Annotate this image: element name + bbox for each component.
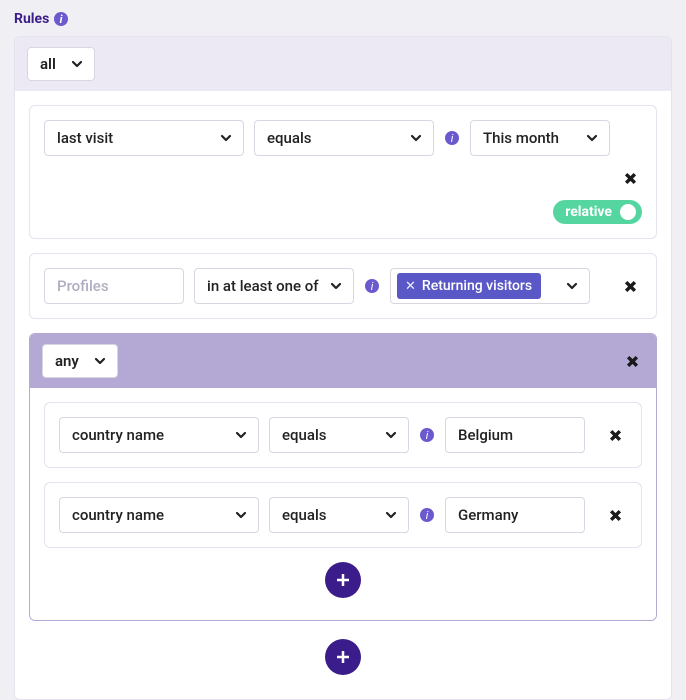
value-label: Germany <box>458 506 518 524</box>
operator-label: equals <box>267 129 312 147</box>
chevron-down-icon <box>329 279 343 293</box>
relative-toggle[interactable]: relative <box>553 200 642 224</box>
chip-label: Returning visitors <box>422 278 532 294</box>
remove-rule-button[interactable] <box>618 274 642 298</box>
operator-select[interactable]: in at least one of <box>194 268 354 304</box>
toggle-knob <box>620 204 636 220</box>
panel-body: last visit equals i This month <box>15 91 671 699</box>
info-icon[interactable]: i <box>53 11 69 27</box>
field-select[interactable]: last visit <box>44 120 244 156</box>
svg-text:i: i <box>60 13 63 26</box>
rules-header: Rules i <box>0 0 686 36</box>
chevron-down-icon <box>565 279 579 293</box>
svg-text:i: i <box>426 429 429 442</box>
value-label: Belgium <box>458 426 513 444</box>
info-icon[interactable]: i <box>419 507 435 523</box>
add-rule-button[interactable] <box>325 639 361 675</box>
subgroup-combinator-select[interactable]: any <box>42 344 118 378</box>
root-combinator-select[interactable]: all <box>27 47 95 81</box>
chevron-down-icon <box>384 508 398 522</box>
operator-select[interactable]: equals <box>269 417 409 453</box>
value-select[interactable]: Belgium <box>445 417 585 453</box>
value-select[interactable]: This month <box>470 120 610 156</box>
chevron-down-icon <box>384 428 398 442</box>
remove-rule-button[interactable] <box>603 503 627 527</box>
svg-text:i: i <box>371 280 374 293</box>
field-label: country name <box>72 426 164 444</box>
field-select[interactable]: Profiles <box>44 268 184 304</box>
value-label: This month <box>483 129 559 147</box>
chevron-down-icon <box>234 428 248 442</box>
rules-panel: all last visit equals i This month <box>14 36 672 700</box>
field-placeholder: Profiles <box>57 277 109 295</box>
remove-rule-button[interactable] <box>618 166 642 190</box>
info-icon[interactable]: i <box>364 278 380 294</box>
field-label: country name <box>72 506 164 524</box>
subgroup-body: country name equals i Belgium <box>30 388 656 620</box>
operator-label: equals <box>282 506 327 524</box>
field-label: last visit <box>57 129 113 147</box>
chevron-down-icon <box>585 131 599 145</box>
toggle-label: relative <box>565 204 612 220</box>
subgroup-combinator-label: any <box>55 352 79 370</box>
rule-row: last visit equals i This month <box>29 105 657 239</box>
chevron-down-icon <box>234 508 248 522</box>
field-select[interactable]: country name <box>59 417 259 453</box>
operator-label: equals <box>282 426 327 444</box>
rule-row: country name equals i Germany <box>44 482 642 548</box>
subgroup-top: any <box>30 334 656 388</box>
operator-select[interactable]: equals <box>254 120 434 156</box>
operator-label: in at least one of <box>207 277 319 295</box>
chevron-down-icon <box>70 57 84 71</box>
svg-text:i: i <box>451 132 454 145</box>
value-multiselect[interactable]: ✕ Returning visitors <box>390 268 590 304</box>
chip-remove-icon[interactable]: ✕ <box>405 279 416 294</box>
info-icon[interactable]: i <box>444 130 460 146</box>
panel-top: all <box>15 37 671 91</box>
remove-rule-button[interactable] <box>603 423 627 447</box>
operator-select[interactable]: equals <box>269 497 409 533</box>
chevron-down-icon <box>93 354 107 368</box>
field-select[interactable]: country name <box>59 497 259 533</box>
rules-title: Rules <box>14 11 49 27</box>
selected-chip[interactable]: ✕ Returning visitors <box>397 273 541 299</box>
add-rule-button[interactable] <box>325 562 361 598</box>
chevron-down-icon <box>219 131 233 145</box>
rule-row: Profiles in at least one of i ✕ Returnin… <box>29 253 657 319</box>
info-icon[interactable]: i <box>419 427 435 443</box>
rule-subgroup: any country name equals <box>29 333 657 621</box>
svg-text:i: i <box>426 509 429 522</box>
chevron-down-icon <box>409 131 423 145</box>
rule-row: country name equals i Belgium <box>44 402 642 468</box>
remove-subgroup-button[interactable] <box>620 349 644 373</box>
root-combinator-label: all <box>40 55 56 73</box>
value-select[interactable]: Germany <box>445 497 585 533</box>
